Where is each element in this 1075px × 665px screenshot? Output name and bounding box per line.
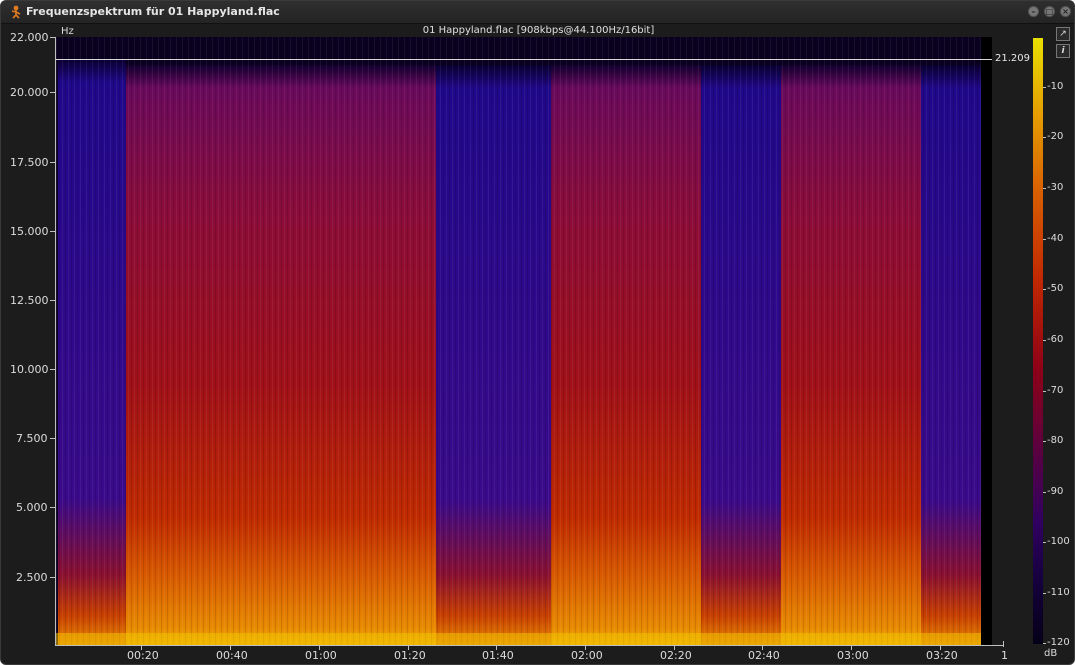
y-tick-label: 7.500 <box>16 432 48 445</box>
colorbar-tick <box>1043 340 1046 341</box>
y-tick <box>50 300 55 301</box>
colorbar-tick-label: -40 <box>1047 233 1064 244</box>
cutoff-label: 21.209 <box>995 53 1030 64</box>
y-tick <box>50 37 55 38</box>
colorbar-unit-label: dB <box>1044 648 1058 659</box>
y-tick <box>50 438 55 439</box>
y-tick-label: 2.500 <box>16 571 48 584</box>
x-tick-label: 01:40 <box>482 649 514 662</box>
colorbar-tick <box>1043 492 1046 493</box>
x-tick-label: 03:00 <box>837 649 869 662</box>
colorbar <box>1033 38 1043 644</box>
x-tick-label: 02:40 <box>748 649 780 662</box>
colorbar-tick <box>1043 542 1046 543</box>
x-tick-label: 01:00 <box>305 649 337 662</box>
colorbar-tick-label: -20 <box>1047 131 1064 142</box>
colorbar-tick-label: -110 <box>1047 587 1070 598</box>
y-tick <box>50 162 55 163</box>
colorbar-tick <box>1043 137 1046 138</box>
x-axis-end-tick <box>1003 641 1004 647</box>
x-tick-label: 03:20 <box>926 649 958 662</box>
y-tick <box>50 369 55 370</box>
colorbar-tick <box>1043 643 1046 644</box>
colorbar-tick-label: -30 <box>1047 182 1064 193</box>
colorbar-tick <box>1043 289 1046 290</box>
y-axis <box>55 37 56 646</box>
y-tick <box>50 92 55 93</box>
colorbar-tick-label: -120 <box>1047 637 1070 648</box>
y-tick-label: 10.000 <box>10 363 49 376</box>
colorbar-tick-label: -90 <box>1047 486 1064 497</box>
maximize-button[interactable]: □ <box>1044 6 1055 17</box>
y-tick <box>50 507 55 508</box>
colorbar-tick-label: -70 <box>1047 385 1064 396</box>
colorbar-tick <box>1043 188 1046 189</box>
colorbar-tick <box>1043 391 1046 392</box>
colorbar-tick-label: -60 <box>1047 334 1064 345</box>
y-tick <box>50 231 55 232</box>
y-tick-label: 22.000 <box>10 31 49 44</box>
spectrum-window: Frequenzspektrum für 01 Happyland.flac –… <box>0 0 1075 665</box>
y-tick <box>50 577 55 578</box>
colorbar-tick <box>1043 441 1046 442</box>
colorbar-tick-label: -80 <box>1047 435 1064 446</box>
colorbar-tick-label: -10 <box>1047 81 1064 92</box>
x-tick-label: 02:00 <box>571 649 603 662</box>
file-title: 01 Happyland.flac [908kbps@44.100Hz/16bi… <box>422 25 655 36</box>
minimize-button[interactable]: – <box>1028 6 1039 17</box>
y-tick-label: 20.000 <box>10 86 49 99</box>
y-tick-label: 17.500 <box>10 156 49 169</box>
colorbar-tick <box>1043 239 1046 240</box>
x-tick-label: 02:20 <box>660 649 692 662</box>
colorbar-tick-label: -50 <box>1047 283 1064 294</box>
spectrogram-plot[interactable] <box>56 37 992 645</box>
x-axis <box>55 645 1003 646</box>
y-tick-label: 12.500 <box>10 294 49 307</box>
spectrogram-image <box>56 37 992 645</box>
window-title: Frequenzspektrum für 01 Happyland.flac <box>26 5 280 18</box>
app-icon <box>11 5 21 19</box>
y-tick-label: 5.000 <box>16 501 48 514</box>
colorbar-tick <box>1043 593 1046 594</box>
x-axis-end-label: 1 <box>1001 649 1008 662</box>
y-unit-label: Hz <box>61 26 74 37</box>
colorbar-tick-label: -100 <box>1047 536 1070 547</box>
x-tick-label: 01:20 <box>394 649 426 662</box>
x-tick-label: 00:40 <box>216 649 248 662</box>
close-button[interactable]: × <box>1060 6 1071 17</box>
title-bar[interactable]: Frequenzspektrum für 01 Happyland.flac –… <box>1 1 1074 24</box>
y-tick-label: 15.000 <box>10 225 49 238</box>
cutoff-line <box>56 59 992 60</box>
colorbar-tick <box>1043 87 1046 88</box>
x-tick-label: 00:20 <box>127 649 159 662</box>
export-icon[interactable]: ↗ <box>1056 27 1070 41</box>
info-icon[interactable]: i <box>1056 44 1070 58</box>
